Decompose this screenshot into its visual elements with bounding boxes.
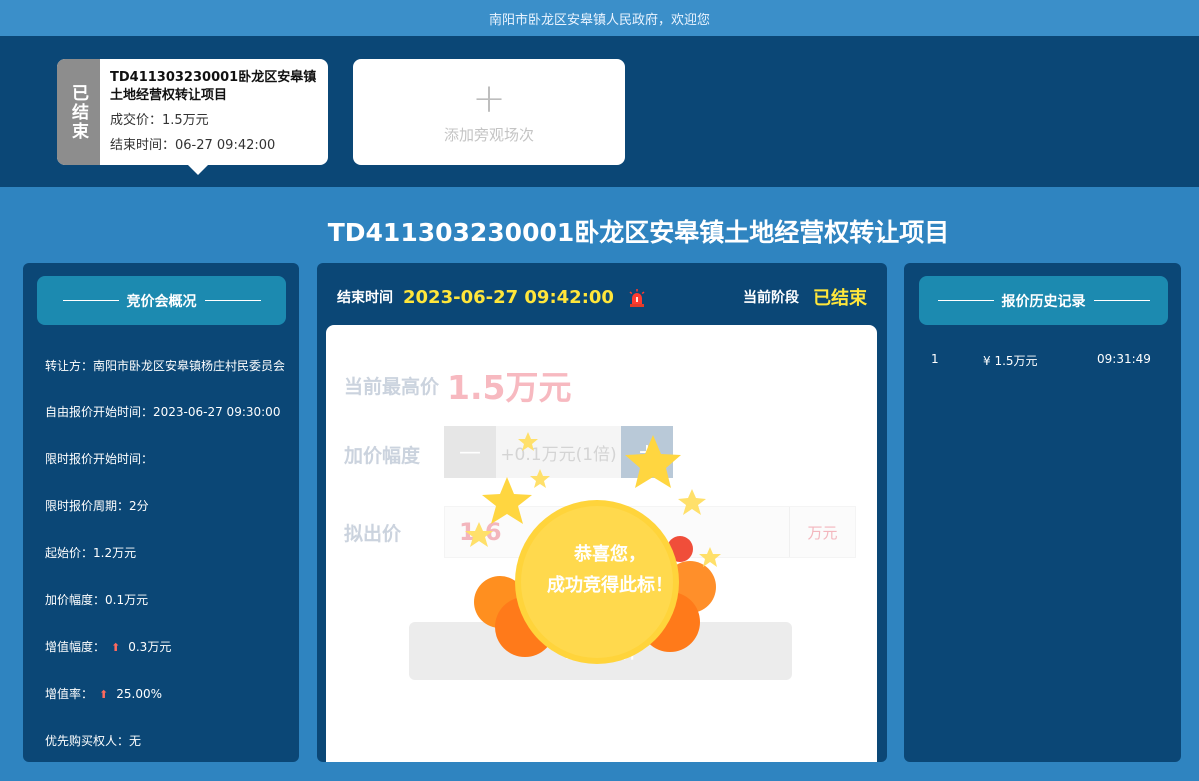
status-row: 结束时间 2023-06-27 09:42:00 当前阶段 已结束: [337, 284, 867, 310]
history-time: 09:31:49: [1097, 352, 1151, 366]
welcome-text: 南阳市卧龙区安皋镇人民政府，欢迎您: [488, 12, 710, 28]
phase-value: 已结束: [813, 288, 867, 309]
step-row: 加价幅度: [344, 441, 420, 468]
info-bid-step: 加价幅度：0.1万元: [45, 593, 149, 607]
heading-divider: [937, 300, 994, 301]
end-time-label: 结束时间: [337, 290, 393, 306]
session-card-body: TD411303230001卧龙区安皋镇土地经营权转让项目 成交价：1.5万元 …: [100, 59, 320, 165]
win-message-line2: 成功竞得此标！: [547, 575, 673, 596]
info-free-bid-start: 自由报价开始时间：2023-06-27 09:30:00: [45, 405, 281, 419]
overview-heading-text: 竞价会概况: [126, 293, 197, 310]
rate-value: 25.00%: [116, 687, 162, 701]
session-title: TD411303230001卧龙区安皋镇土地经营权转让项目: [110, 70, 317, 103]
end-time-value: 2023-06-27 09:42:00: [403, 286, 614, 308]
arrow-up-icon: ⬆: [111, 641, 121, 654]
overview-panel: 竞价会概况 转让方：南阳市卧龙区安皋镇杨庄村民委员会 自由报价开始时间：2023…: [23, 263, 299, 762]
history-heading-text: 报价历史记录: [1001, 293, 1086, 310]
info-increase-rate: 增值率： ⬆ 25.00%: [45, 687, 285, 702]
current-price-label: 当前最高价: [344, 375, 440, 398]
win-message: 恭喜您， 成功竞得此标！: [520, 539, 700, 601]
offer-row: 拟出价: [344, 519, 401, 546]
offer-label: 拟出价: [344, 523, 402, 545]
top-welcome-bar: 南阳市卧龙区安皋镇人民政府，欢迎您: [0, 0, 1199, 36]
step-label: 加价幅度: [344, 445, 421, 467]
info-transferor: 转让方：南阳市卧龙区安皋镇杨庄村民委员会: [45, 359, 286, 373]
overview-heading: 竞价会概况: [37, 276, 286, 325]
win-popup: 恭喜您， 成功竞得此标！: [445, 427, 735, 677]
info-timed-bid-period: 限时报价周期：2分: [45, 499, 149, 513]
phase-group: 当前阶段 已结束: [743, 284, 867, 310]
info-timed-bid-start: 限时报价开始时间：: [45, 452, 154, 466]
session-deal-price: 成交价：1.5万元: [110, 113, 209, 128]
selected-pointer: [188, 165, 208, 175]
info-increase: 增值幅度： ⬆ 0.3万元: [45, 640, 285, 655]
history-price: ¥ 1.5万元: [983, 354, 1038, 368]
status-badge: 已结束: [57, 59, 100, 165]
current-price-value: 1.5万元: [447, 368, 572, 407]
current-price-row: 当前最高价 1.5万元: [344, 361, 571, 409]
overview-list: 转让方：南阳市卧龙区安皋镇杨庄村民委员会 自由报价开始时间：2023-06-27…: [45, 359, 285, 781]
arrow-up-icon: ⬆: [99, 688, 109, 701]
offer-unit: 万元: [789, 507, 855, 557]
page-title: TD411303230001卧龙区安皋镇土地经营权转让项目: [327, 218, 950, 247]
increase-label: 增值幅度：: [45, 640, 106, 654]
session-end-time: 结束时间：06-27 09:42:00: [110, 138, 276, 153]
info-start-price: 起始价：1.2万元: [45, 546, 137, 560]
win-message-line1: 恭喜您，: [574, 544, 646, 565]
history-heading: 报价历史记录: [919, 276, 1168, 325]
heading-divider: [1093, 300, 1150, 301]
add-session-button[interactable]: + 添加旁观场次: [353, 59, 625, 165]
info-priority: 优先购买权人：无: [45, 734, 142, 748]
phase-label: 当前阶段: [743, 290, 799, 306]
add-session-label: 添加旁观场次: [443, 125, 534, 144]
history-panel: 报价历史记录 1 ¥ 1.5万元 09:31:49: [904, 263, 1181, 762]
plus-icon: +: [472, 75, 506, 122]
heading-divider: [204, 300, 261, 301]
session-strip: 已结束 TD411303230001卧龙区安皋镇土地经营权转让项目 成交价：1.…: [0, 36, 1199, 187]
heading-divider: [62, 300, 119, 301]
history-row: 1 ¥ 1.5万元 09:31:49: [931, 352, 1171, 369]
history-index: 1: [931, 352, 939, 366]
rate-label: 增值率：: [45, 687, 94, 701]
increase-value: 0.3万元: [128, 640, 172, 654]
alarm-light-icon: [628, 289, 645, 307]
session-card[interactable]: 已结束 TD411303230001卧龙区安皋镇土地经营权转让项目 成交价：1.…: [57, 59, 328, 175]
